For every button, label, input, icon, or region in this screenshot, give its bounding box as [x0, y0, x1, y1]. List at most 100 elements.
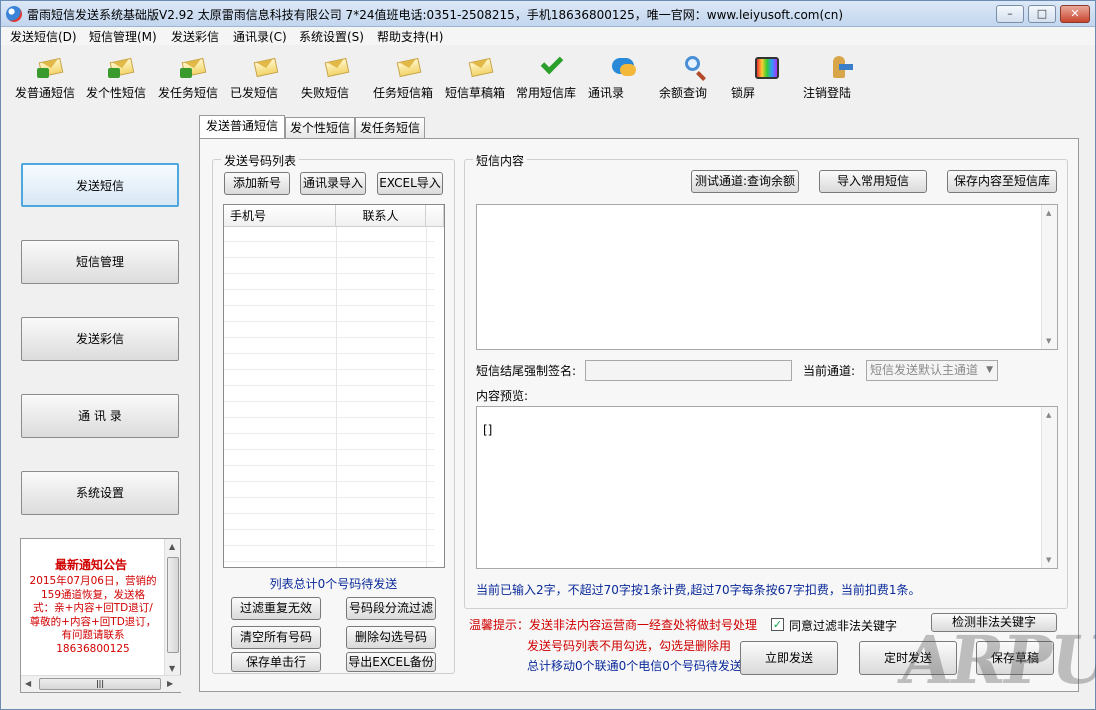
save-row-button[interactable]: 保存单击行	[231, 652, 321, 672]
filter-duplicates-button[interactable]: 过滤重复无效	[231, 597, 321, 620]
notice-line: 式：亲+内容+回TD退订/	[33, 602, 153, 614]
nav-send-sms[interactable]: 发送短信	[21, 163, 179, 207]
chevron-down-icon: ▼	[986, 365, 993, 375]
tool-label: 常用短信库	[516, 86, 577, 100]
tool-balance[interactable]: 余额查询	[659, 55, 731, 105]
number-list-group: 发送号码列表 添加新号 通讯录导入 EXCEL导入 手机号 联系人 列表总计0个…	[212, 152, 455, 674]
channel-select-value: 短信发送默认主通道	[870, 363, 979, 377]
signature-input[interactable]	[585, 360, 792, 381]
preview-scrollbar[interactable]: ▲ ▼	[1041, 407, 1057, 568]
tool-label: 发个性短信	[86, 86, 147, 100]
filter-keywords-label: 同意过滤非法关键字	[789, 619, 898, 633]
menu-contacts[interactable]: 通讯录(C)	[233, 28, 287, 45]
check-icon	[538, 51, 566, 81]
sent-sms-icon	[252, 55, 280, 81]
tool-label: 失败短信	[301, 86, 350, 100]
tip-text: 发送号码列表不用勾选，勾选是删除用	[527, 639, 732, 653]
import-common-sms-button[interactable]: 导入常用短信	[819, 170, 927, 193]
notice-horizontal-scrollbar[interactable]: ◀ ||| ▶	[21, 675, 181, 692]
delete-checked-button[interactable]: 删除勾选号码	[346, 626, 436, 649]
menu-help[interactable]: 帮助支持(H)	[377, 28, 443, 45]
test-channel-button[interactable]: 测试通道:查询余额	[691, 170, 799, 193]
nav-send-mms[interactable]: 发送彩信	[21, 317, 179, 361]
tool-send-task-sms[interactable]: 发任务短信	[158, 55, 230, 105]
notice-line: 159通道恢复，发送格	[40, 588, 146, 601]
tool-label: 任务短信箱	[373, 86, 434, 100]
content-scrollbar[interactable]: ▲ ▼	[1041, 205, 1057, 349]
app-window: 雷雨短信发送系统基础版V2.92 太原雷雨信息科技有限公司 7*24值班电话:0…	[0, 0, 1096, 710]
watermark: ARPUN.com	[895, 621, 1096, 699]
notice-panel: 最新通知公告 2015年07月06日，营销的 159通道恢复，发送格 式：亲+内…	[20, 538, 181, 693]
menu-bar: 发送短信(D) 短信管理(M) 发送彩信 通讯录(C) 系统设置(S) 帮助支持…	[1, 27, 1095, 45]
column-filler	[426, 205, 444, 227]
channel-label: 当前通道:	[803, 364, 856, 378]
add-number-button[interactable]: 添加新号	[224, 172, 290, 195]
tool-label: 短信草稿箱	[445, 86, 506, 100]
tool-label: 注销登陆	[803, 86, 852, 100]
tool-task-box[interactable]: 任务短信箱	[373, 55, 445, 105]
warning-text: 温馨提示：发送非法内容运营商一经查处将做封号处理	[469, 618, 758, 632]
drafts-icon	[467, 55, 495, 81]
close-button[interactable]: ✕	[1060, 5, 1090, 23]
tool-lock[interactable]: 锁屏	[731, 55, 803, 105]
number-list[interactable]: 手机号 联系人	[223, 204, 445, 568]
send-personal-sms-icon	[108, 55, 136, 81]
tool-label: 余额查询	[659, 86, 708, 100]
notice-line: 有问题请联系	[61, 629, 125, 641]
content-group: 短信内容 测试通道:查询余额 导入常用短信 保存内容至短信库 ▲ ▼ 短信结尾强制…	[464, 152, 1068, 609]
contacts-chat-icon	[610, 55, 638, 81]
tool-label: 通讯录	[588, 86, 625, 100]
tool-contacts[interactable]: 通讯录	[588, 55, 660, 105]
tool-send-personal-sms[interactable]: 发个性短信	[86, 55, 158, 105]
tool-failed-sms[interactable]: 失败短信	[301, 55, 373, 105]
nav-settings[interactable]: 系统设置	[21, 471, 179, 515]
nav-contacts[interactable]: 通 讯 录	[21, 394, 179, 438]
tab-send-task-sms[interactable]: 发任务短信	[355, 117, 425, 138]
tab-send-personal-sms[interactable]: 发个性短信	[285, 117, 355, 138]
menu-send-sms[interactable]: 发送短信(D)	[10, 28, 77, 45]
notice-line: 尊敬的+内容+回TD退订，	[29, 615, 157, 628]
nav-sms-manage[interactable]: 短信管理	[21, 240, 179, 284]
column-phone[interactable]: 手机号	[224, 205, 336, 227]
tool-sent-sms[interactable]: 已发短信	[230, 55, 302, 105]
send-task-sms-icon	[180, 55, 208, 81]
tool-common-sms[interactable]: 常用短信库	[516, 51, 588, 105]
export-excel-button[interactable]: 导出EXCEL备份	[346, 652, 436, 672]
notice-title: 最新通知公告	[54, 558, 127, 572]
preview-label: 内容预览:	[476, 389, 529, 403]
number-total-text: 列表总计0个号码待发送	[269, 577, 398, 591]
filter-keywords-checkbox[interactable]: ✓	[771, 618, 784, 631]
menu-send-mms[interactable]: 发送彩信	[171, 28, 219, 45]
tab-panel: 发送号码列表 添加新号 通讯录导入 EXCEL导入 手机号 联系人 列表总计0个…	[199, 138, 1079, 692]
segment-filter-button[interactable]: 号码段分流过滤	[346, 597, 436, 620]
send-now-button[interactable]: 立即发送	[740, 641, 838, 675]
number-list-title: 发送号码列表	[221, 152, 300, 169]
notice-line: 18636800125	[56, 642, 130, 655]
magnifier-icon	[681, 55, 709, 81]
tool-label: 锁屏	[731, 86, 756, 100]
toolbar: 发普通短信 发个性短信 发任务短信 已发短信 失败短信 任务短信箱 短信草稿箱	[1, 45, 1095, 107]
tv-lock-icon	[753, 55, 781, 81]
import-contacts-button[interactable]: 通讯录导入	[300, 172, 366, 195]
minimize-button[interactable]: –	[996, 5, 1024, 23]
channel-select[interactable]: 短信发送默认主通道 ▼	[866, 360, 998, 381]
import-excel-button[interactable]: EXCEL导入	[377, 172, 443, 195]
menu-sms-manage[interactable]: 短信管理(M)	[89, 28, 157, 45]
sms-content-input[interactable]: ▲ ▼	[476, 204, 1058, 350]
tool-drafts[interactable]: 短信草稿箱	[445, 55, 517, 105]
column-contact[interactable]: 联系人	[336, 205, 426, 227]
app-logo-icon	[6, 6, 22, 22]
tool-label: 发普通短信	[15, 86, 76, 100]
character-count-info: 当前已输入2字，不超过70字按1条计费,超过70字每条按67字扣费，当前扣费1条…	[476, 583, 921, 597]
menu-settings[interactable]: 系统设置(S)	[299, 28, 364, 45]
notice-body: 2015年07月06日，营销的 159通道恢复，发送格 式：亲+内容+回TD退订…	[23, 575, 163, 656]
tab-send-normal-sms[interactable]: 发送普通短信	[199, 115, 285, 138]
clear-numbers-button[interactable]: 清空所有号码	[231, 626, 321, 649]
window-title: 雷雨短信发送系统基础版V2.92 太原雷雨信息科技有限公司 7*24值班电话:0…	[27, 8, 844, 22]
tool-logout[interactable]: 注销登陆	[803, 55, 875, 105]
notice-vertical-scrollbar[interactable]: ▲ ▼	[164, 539, 180, 676]
tool-send-sms[interactable]: 发普通短信	[15, 55, 87, 105]
preview-text: []	[483, 423, 493, 437]
maximize-button[interactable]: □	[1028, 5, 1056, 23]
save-to-library-button[interactable]: 保存内容至短信库	[947, 170, 1057, 193]
